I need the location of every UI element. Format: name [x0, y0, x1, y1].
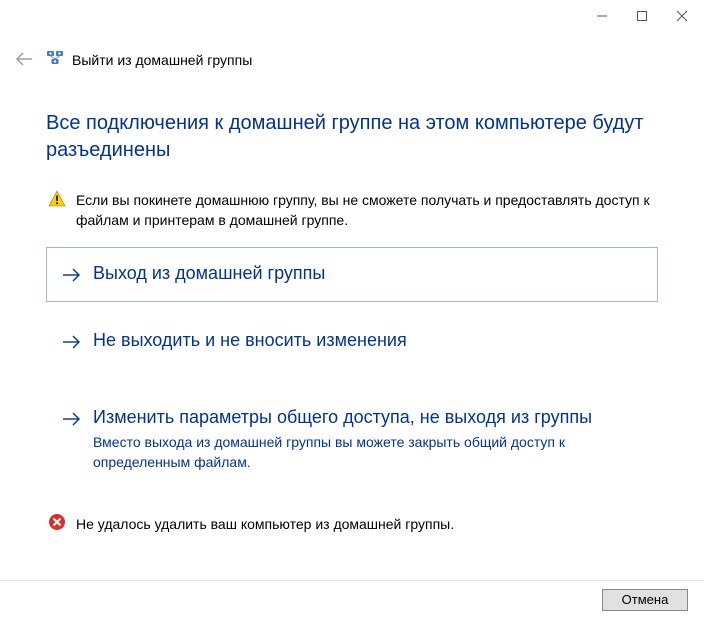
option-change-title: Изменить параметры общего доступа, не вы…: [93, 406, 645, 429]
arrow-right-icon: [61, 410, 81, 473]
back-button[interactable]: [14, 51, 34, 70]
error-row: Не удалось удалить ваш компьютер из дома…: [46, 513, 658, 534]
close-icon[interactable]: [676, 10, 688, 22]
warning-row: Если вы покинете домашнюю группу, вы не …: [46, 190, 658, 231]
arrow-right-icon: [61, 266, 81, 287]
maximize-icon[interactable]: [636, 10, 648, 22]
error-icon: [48, 513, 66, 534]
dialog-footer: Отмена: [0, 580, 704, 618]
option-stay-title: Не выходить и не вносить изменения: [93, 329, 645, 352]
warning-text: Если вы покинете домашнюю группу, вы не …: [76, 190, 656, 231]
error-text: Не удалось удалить ваш компьютер из дома…: [76, 516, 454, 532]
option-leave-title: Выход из домашней группы: [93, 262, 645, 285]
option-change-subtitle: Вместо выхода из домашней группы вы може…: [93, 433, 645, 472]
warning-icon: [48, 190, 66, 231]
dialog-header: Выйти из домашней группы: [46, 49, 252, 70]
cancel-button[interactable]: Отмена: [602, 589, 688, 611]
homegroup-icon: [46, 49, 64, 70]
arrow-right-icon: [61, 333, 81, 354]
option-stay[interactable]: Не выходить и не вносить изменения: [46, 314, 658, 369]
option-change-sharing[interactable]: Изменить параметры общего доступа, не вы…: [46, 391, 658, 488]
dialog-title: Выйти из домашней группы: [72, 52, 252, 68]
back-arrow-icon: [14, 51, 34, 67]
headline: Все подключения к домашней группе на это…: [46, 110, 658, 164]
dialog-content: Все подключения к домашней группе на это…: [46, 110, 658, 534]
window-controls: [596, 10, 688, 22]
minimize-icon[interactable]: [596, 10, 608, 22]
option-leave-homegroup[interactable]: Выход из домашней группы: [46, 247, 658, 302]
